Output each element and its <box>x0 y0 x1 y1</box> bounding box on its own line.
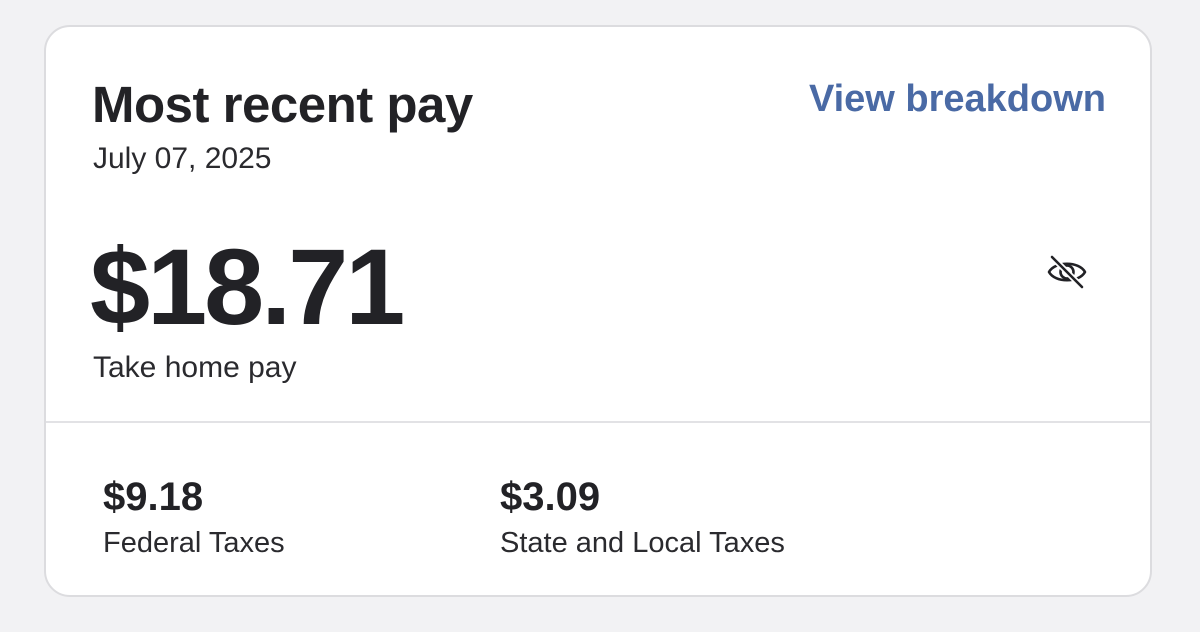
take-home-amount: $18.71 <box>90 226 405 347</box>
card-title: Most recent pay <box>92 76 473 133</box>
view-breakdown-link[interactable]: View breakdown <box>809 75 1106 123</box>
federal-taxes-amount: $9.18 <box>103 475 204 519</box>
take-home-label: Take home pay <box>93 351 297 384</box>
pay-card: Most recent pay July 07, 2025 View break… <box>44 25 1152 597</box>
eye-slash-icon <box>1047 254 1087 290</box>
state-local-taxes-amount: $3.09 <box>500 475 601 519</box>
pay-date: July 07, 2025 <box>93 142 272 175</box>
section-divider <box>46 421 1150 423</box>
state-local-taxes-item: $3.09 State and Local Taxes <box>500 473 785 561</box>
pay-summary-section: Most recent pay July 07, 2025 View break… <box>46 27 1150 423</box>
state-local-taxes-label: State and Local Taxes <box>500 527 785 559</box>
federal-taxes-item: $9.18 Federal Taxes <box>103 473 285 561</box>
toggle-visibility-button[interactable] <box>1042 247 1092 297</box>
federal-taxes-label: Federal Taxes <box>103 527 285 559</box>
